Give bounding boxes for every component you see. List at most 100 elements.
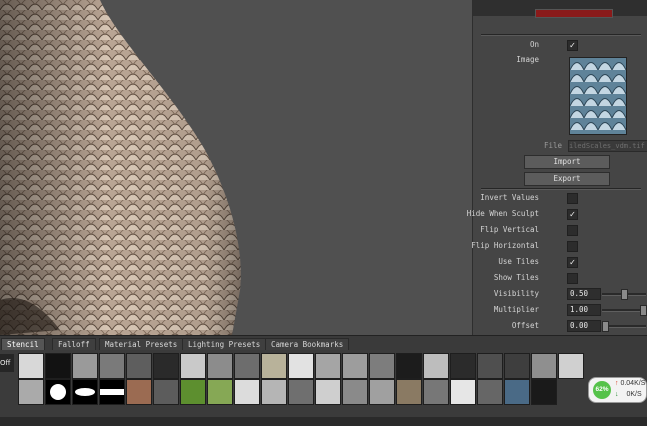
stencil-thumbnail[interactable] xyxy=(126,353,152,379)
option-label: Hide When Sculpt xyxy=(466,209,539,218)
network-monitor-widget[interactable]: 62% ↑ 0.04K/S ↓ 0K/S xyxy=(588,377,647,403)
download-rate-value: 0K/S xyxy=(626,391,642,398)
flip-vertical-checkbox[interactable] xyxy=(567,225,578,236)
stencil-thumbnail[interactable] xyxy=(342,353,368,379)
stencil-image-thumbnail[interactable] xyxy=(569,57,627,135)
slider-handle[interactable] xyxy=(621,289,628,300)
multiplier-slider[interactable] xyxy=(602,305,647,316)
stencil-thumbnail[interactable] xyxy=(450,353,476,379)
stencil-thumbnail[interactable] xyxy=(261,379,287,405)
offset-value-field[interactable]: 0.00 xyxy=(567,320,601,332)
status-bar xyxy=(0,417,647,426)
scales-image-icon xyxy=(570,58,626,134)
ellipse-stencil-icon xyxy=(75,388,95,396)
option-use-tiles[interactable]: Use Tiles ✓ xyxy=(473,255,647,269)
stencil-thumbnail[interactable] xyxy=(72,353,98,379)
stencil-thumbnail[interactable] xyxy=(72,379,98,405)
stencil-thumbnail[interactable] xyxy=(477,353,503,379)
divider xyxy=(481,34,641,36)
visibility-value-field[interactable]: 0.50 xyxy=(567,288,601,300)
stencil-thumbnail[interactable] xyxy=(126,379,152,405)
invert-values-checkbox[interactable] xyxy=(567,193,578,204)
hide-when-sculpt-checkbox[interactable]: ✓ xyxy=(567,209,578,220)
option-flip-vertical[interactable]: Flip Vertical xyxy=(473,223,647,237)
tab-stencil[interactable]: Stencil xyxy=(1,338,45,350)
panel-header-strip xyxy=(473,0,647,18)
stripe-stencil-icon xyxy=(100,389,124,395)
option-label: Show Tiles xyxy=(493,273,539,282)
show-tiles-checkbox[interactable] xyxy=(567,273,578,284)
stencil-thumbnail[interactable] xyxy=(153,353,179,379)
option-show-tiles[interactable]: Show Tiles xyxy=(473,271,647,285)
visibility-row[interactable]: Visibility 0.50 xyxy=(473,287,647,301)
stencil-thumbnail[interactable] xyxy=(531,379,557,405)
stencil-thumbnail[interactable] xyxy=(369,379,395,405)
divider xyxy=(481,188,641,190)
multiplier-row[interactable]: Multiplier 1.00 xyxy=(473,303,647,317)
stencil-thumbnail[interactable] xyxy=(153,379,179,405)
stencil-thumbnail[interactable] xyxy=(234,379,260,405)
stencil-thumbnail[interactable] xyxy=(315,379,341,405)
stencil-thumbnail[interactable] xyxy=(504,379,530,405)
stencil-thumbnail[interactable] xyxy=(369,353,395,379)
stencil-thumbnail[interactable] xyxy=(342,379,368,405)
use-tiles-checkbox[interactable]: ✓ xyxy=(567,257,578,268)
stencil-thumbnail[interactable] xyxy=(180,353,206,379)
offset-label: Offset xyxy=(511,321,539,330)
option-label: Flip Horizontal xyxy=(471,241,539,250)
stencil-thumbnail[interactable] xyxy=(288,353,314,379)
visibility-slider[interactable] xyxy=(602,289,646,300)
3d-viewport[interactable] xyxy=(0,0,472,335)
stencil-thumbnail[interactable] xyxy=(180,379,206,405)
offset-row[interactable]: Offset 0.00 xyxy=(473,319,647,333)
option-flip-horizontal[interactable]: Flip Horizontal xyxy=(471,239,647,253)
stencil-thumbnail[interactable] xyxy=(504,353,530,379)
stencil-thumbnail[interactable] xyxy=(423,379,449,405)
flip-horizontal-checkbox[interactable] xyxy=(567,241,578,252)
option-label: Use Tiles xyxy=(498,257,539,266)
stencil-thumbnail[interactable] xyxy=(207,353,233,379)
on-checkbox[interactable]: ✓ xyxy=(567,40,578,51)
stencil-thumbnail[interactable] xyxy=(396,379,422,405)
circle-stencil-icon xyxy=(50,384,66,400)
stencil-thumbnail[interactable] xyxy=(315,353,341,379)
stencil-thumbnail[interactable] xyxy=(531,353,557,379)
stencil-thumbnail[interactable] xyxy=(99,379,125,405)
option-label: Flip Vertical xyxy=(480,225,539,234)
arrow-down-icon: ↓ xyxy=(615,391,619,398)
stencil-thumbnail[interactable] xyxy=(18,379,44,405)
stencil-thumbnail[interactable] xyxy=(477,379,503,405)
stencil-off-button[interactable]: Off xyxy=(0,354,14,372)
stencil-thumbnail[interactable] xyxy=(45,379,71,405)
stencil-thumbnail[interactable] xyxy=(450,379,476,405)
option-invert-values[interactable]: Invert Values xyxy=(473,191,647,205)
slider-handle[interactable] xyxy=(602,321,609,332)
option-hide-when-sculpt[interactable]: Hide When Sculpt ✓ xyxy=(467,207,647,221)
stencil-thumbnail[interactable] xyxy=(558,353,584,379)
option-label: Invert Values xyxy=(480,193,539,202)
import-button[interactable]: Import xyxy=(524,155,610,169)
tab-material-presets[interactable]: Material Presets xyxy=(99,338,184,350)
tab-falloff[interactable]: Falloff xyxy=(52,338,96,350)
multiplier-value-field[interactable]: 1.00 xyxy=(567,304,601,316)
export-button[interactable]: Export xyxy=(524,172,610,186)
file-label: File xyxy=(543,141,562,150)
stencil-thumbnail[interactable] xyxy=(261,353,287,379)
stencil-thumbnail[interactable] xyxy=(45,353,71,379)
upload-rate: ↑ 0.04K/S xyxy=(615,380,645,387)
on-toggle-row[interactable]: On ✓ xyxy=(473,38,647,52)
stencil-thumbnail[interactable] xyxy=(18,353,44,379)
tab-lighting-presets[interactable]: Lighting Presets xyxy=(182,338,267,350)
stencil-thumbnail[interactable] xyxy=(396,353,422,379)
stencil-thumbnail[interactable] xyxy=(99,353,125,379)
slider-handle[interactable] xyxy=(640,305,647,316)
file-name-field[interactable]: iledScales_vdm.tif xyxy=(568,140,647,152)
upload-rate-value: 0.04K/S xyxy=(620,380,646,387)
stencil-thumbnail[interactable] xyxy=(207,379,233,405)
offset-slider[interactable] xyxy=(602,321,646,332)
download-rate: ↓ 0K/S xyxy=(615,391,642,398)
tab-camera-bookmarks[interactable]: Camera Bookmarks xyxy=(265,338,350,350)
stencil-thumbnail[interactable] xyxy=(288,379,314,405)
stencil-thumbnail[interactable] xyxy=(423,353,449,379)
stencil-thumbnail[interactable] xyxy=(234,353,260,379)
